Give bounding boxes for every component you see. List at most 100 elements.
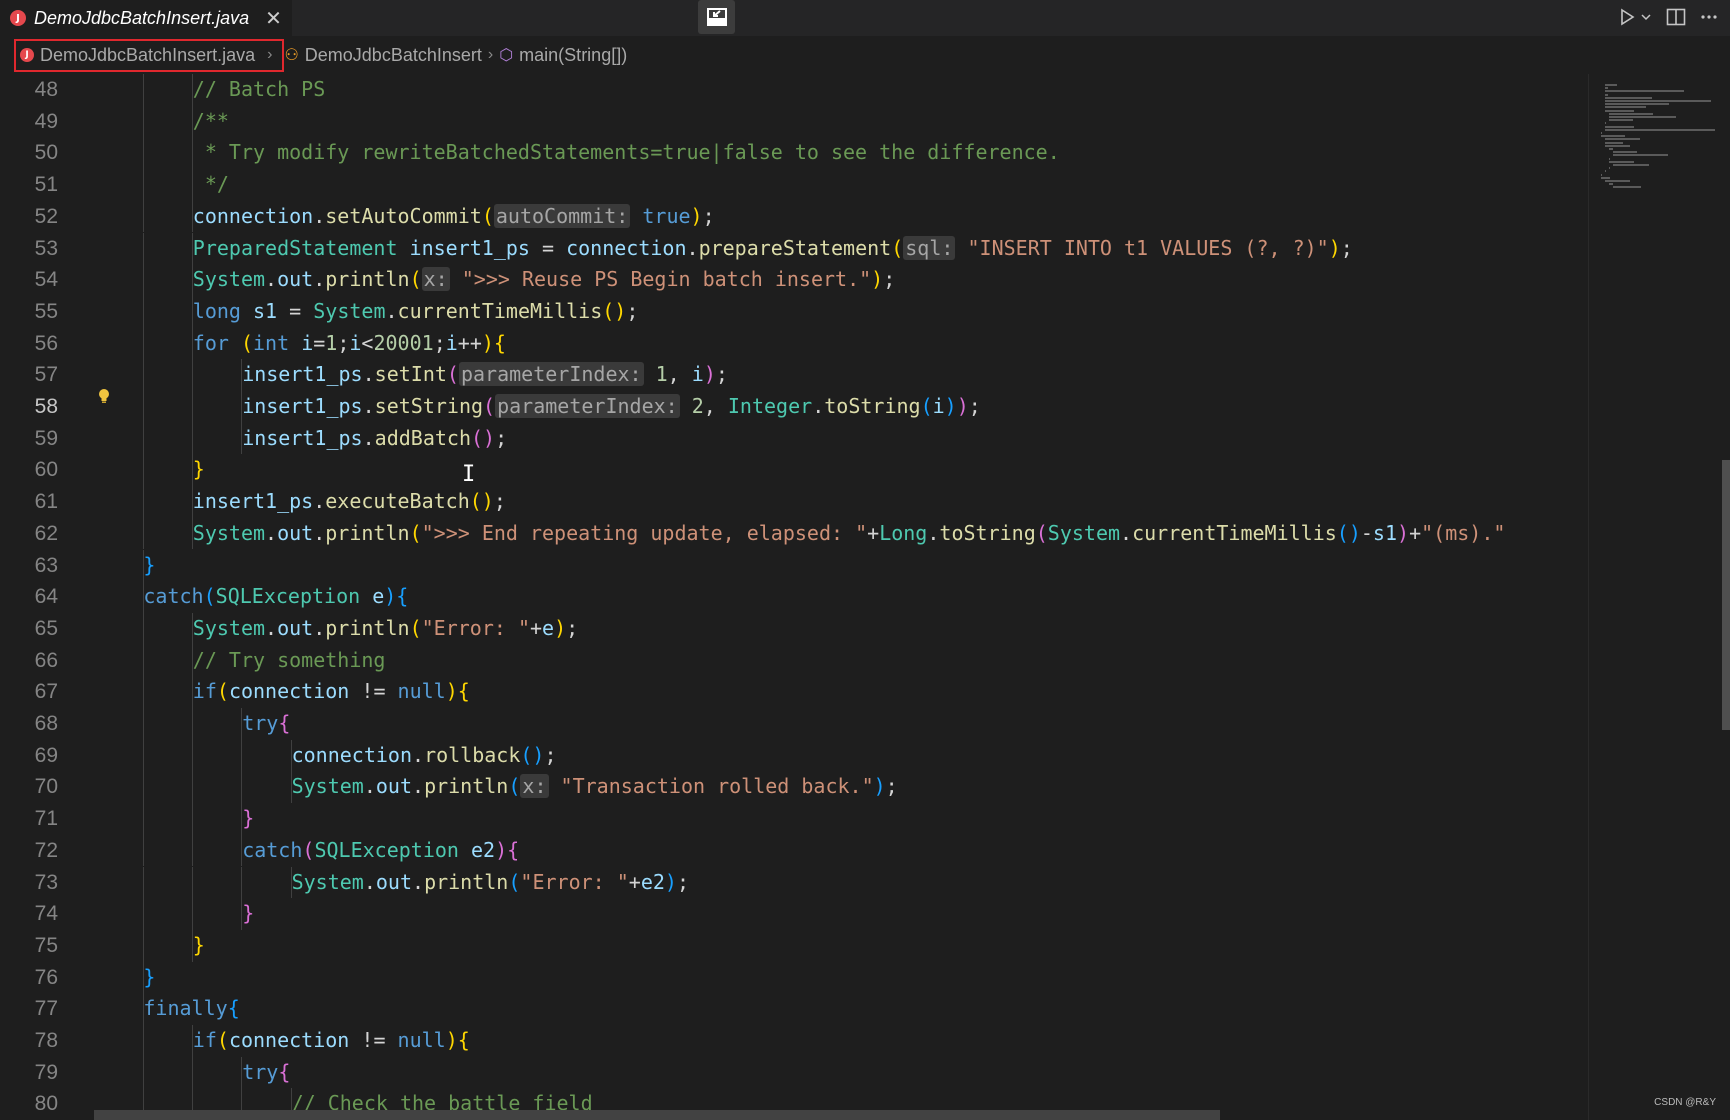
- indent-guide: [143, 359, 144, 391]
- code-line[interactable]: 56 for (int i=1;i<20001;i++){: [0, 327, 1588, 360]
- line-number: 75: [34, 933, 58, 957]
- code-editor[interactable]: 48 // Batch PS 49 /** 50 * Try modify rewrit…: [0, 74, 1588, 1120]
- code-text: insert1_ps.setInt(parameterIndex: 1, i);: [242, 359, 728, 391]
- code-token: SQLException: [314, 837, 459, 862]
- code-line[interactable]: 52 connection.setAutoCommit(autoCommit: t…: [0, 200, 1588, 233]
- indent-guide: [192, 898, 193, 930]
- code-line[interactable]: 67 if(connection != null){: [0, 676, 1588, 708]
- code-line[interactable]: 79 try{: [0, 1056, 1588, 1089]
- horizontal-scrollbar[interactable]: [94, 1110, 1220, 1120]
- minimap-line: [1609, 160, 1635, 163]
- code-token: for: [192, 330, 229, 355]
- code-line[interactable]: 54 System.out.println(x: ">>> Reuse PS Be…: [0, 264, 1588, 296]
- code-line[interactable]: 75}: [0, 929, 1588, 962]
- code-token: ): [956, 394, 969, 418]
- code-line[interactable]: 78 if(connection != null){: [0, 1025, 1588, 1057]
- breadcrumb-file[interactable]: J DemoJdbcBatchInsert.java ›: [14, 38, 285, 72]
- class-icon: ⚇: [284, 47, 299, 64]
- code-line[interactable]: 71}: [0, 803, 1588, 835]
- code-line[interactable]: 61 insert1_ps.executeBatch();: [0, 486, 1588, 518]
- code-line[interactable]: 73 System.out.println("Error: "+e2);: [0, 866, 1588, 899]
- indent-guide: [143, 866, 144, 899]
- code-token: setInt: [374, 362, 447, 387]
- code-line[interactable]: 57 insert1_ps.setInt(parameterIndex: 1, i…: [0, 359, 1588, 391]
- line-number: 66: [34, 648, 58, 672]
- code-token: }: [192, 457, 205, 482]
- code-token: (): [470, 425, 496, 450]
- lightbulb-icon[interactable]: [98, 388, 110, 404]
- code-line[interactable]: 65 System.out.println("Error: "+e);: [0, 612, 1588, 645]
- code-line[interactable]: 77 finally{: [0, 993, 1588, 1025]
- toggle-panel-button[interactable]: [698, 0, 735, 34]
- split-editor-button[interactable]: [1666, 8, 1686, 26]
- code-line[interactable]: 70 System.out.println(x: "Transaction rol…: [0, 771, 1588, 804]
- minimap-line: [1605, 138, 1641, 141]
- code-line[interactable]: 74}: [0, 898, 1588, 930]
- indent-guide: [143, 771, 144, 804]
- indent-guide: [192, 771, 193, 804]
- code-text: long s1 = System.currentTimeMillis();: [193, 296, 639, 328]
- indent-guide: [143, 169, 144, 201]
- indent-guide: [143, 676, 144, 708]
- code-token: ): [554, 615, 567, 640]
- indent-guide: [143, 739, 144, 772]
- code-text: PreparedStatement insert1_ps = connectio…: [193, 233, 1353, 265]
- code-line[interactable]: 50 * Try modify rewriteBatchedStatements…: [0, 137, 1588, 170]
- code-line[interactable]: 51 */: [0, 169, 1588, 201]
- code-token: ;: [885, 774, 898, 799]
- code-token: {: [493, 330, 506, 355]
- code-text: if(connection != null){: [193, 676, 470, 708]
- code-token: ;: [626, 298, 639, 323]
- breadcrumb-method-label: main(String[]): [519, 44, 628, 65]
- code-text: */: [193, 169, 229, 201]
- code-token: !=: [349, 679, 398, 704]
- line-number: 76: [34, 965, 58, 989]
- code-line[interactable]: 53 PreparedStatement insert1_ps = connect…: [0, 232, 1588, 265]
- code-token: (: [240, 330, 254, 355]
- minimap-line: [1605, 96, 1653, 99]
- chevron-down-icon[interactable]: [1640, 11, 1652, 23]
- code-text: /**: [193, 106, 229, 138]
- code-token: insert1_ps: [242, 425, 363, 450]
- code-token: executeBatch: [325, 489, 470, 514]
- code-line[interactable]: 64 catch(SQLException e){: [0, 581, 1588, 613]
- line-number: 64: [34, 585, 58, 609]
- indent-guide: [143, 1025, 144, 1057]
- code-line[interactable]: 49 /**: [0, 105, 1588, 138]
- breadcrumb-method[interactable]: ⬡ main(String[]): [499, 45, 627, 66]
- code-line[interactable]: 63}: [0, 549, 1588, 582]
- code-token: System: [291, 774, 364, 799]
- indent-guide: [143, 708, 144, 740]
- code-line[interactable]: 55 long s1 = System.currentTimeMillis();: [0, 295, 1588, 328]
- code-line[interactable]: 62 System.out.println(">>> End repeating …: [0, 517, 1588, 550]
- code-token: {: [396, 584, 409, 609]
- code-token: ): [664, 869, 677, 894]
- close-icon[interactable]: ✕: [265, 8, 282, 28]
- line-number: 73: [34, 870, 58, 894]
- run-button[interactable]: [1618, 8, 1652, 26]
- code-line[interactable]: 69 connection.rollback();: [0, 739, 1588, 772]
- more-actions-button[interactable]: [1700, 14, 1718, 20]
- method-icon: ⬡: [499, 47, 514, 64]
- code-line[interactable]: 59 insert1_ps.addBatch();: [0, 422, 1588, 455]
- vertical-scrollbar[interactable]: [1722, 460, 1730, 730]
- code-token: e: [372, 584, 385, 609]
- minimap-line: [1605, 144, 1631, 147]
- code-token: .: [313, 203, 326, 228]
- code-text: System.out.println("Error: "+e);: [193, 613, 578, 645]
- code-line[interactable]: 60}: [0, 454, 1588, 487]
- breadcrumb-class[interactable]: ⚇ DemoJdbcBatchInsert: [284, 45, 481, 66]
- code-line[interactable]: 72 catch(SQLException e2){: [0, 834, 1588, 867]
- code-token: out: [375, 869, 413, 894]
- code-line[interactable]: 76}: [0, 961, 1588, 994]
- code-line[interactable]: 58 insert1_ps.setString(parameterIndex: 2…: [0, 391, 1588, 423]
- code-token: i: [301, 330, 314, 355]
- code-line[interactable]: 48 // Batch PS: [0, 74, 1588, 106]
- code-token: "Error: ": [421, 615, 530, 640]
- editor-tab[interactable]: J DemoJdbcBatchInsert.java ✕: [0, 0, 293, 36]
- minimap[interactable]: [1588, 74, 1717, 1120]
- code-token: ,: [667, 362, 692, 387]
- code-line[interactable]: 68 try{: [0, 708, 1588, 740]
- code-line[interactable]: 66 // Try something: [0, 644, 1588, 677]
